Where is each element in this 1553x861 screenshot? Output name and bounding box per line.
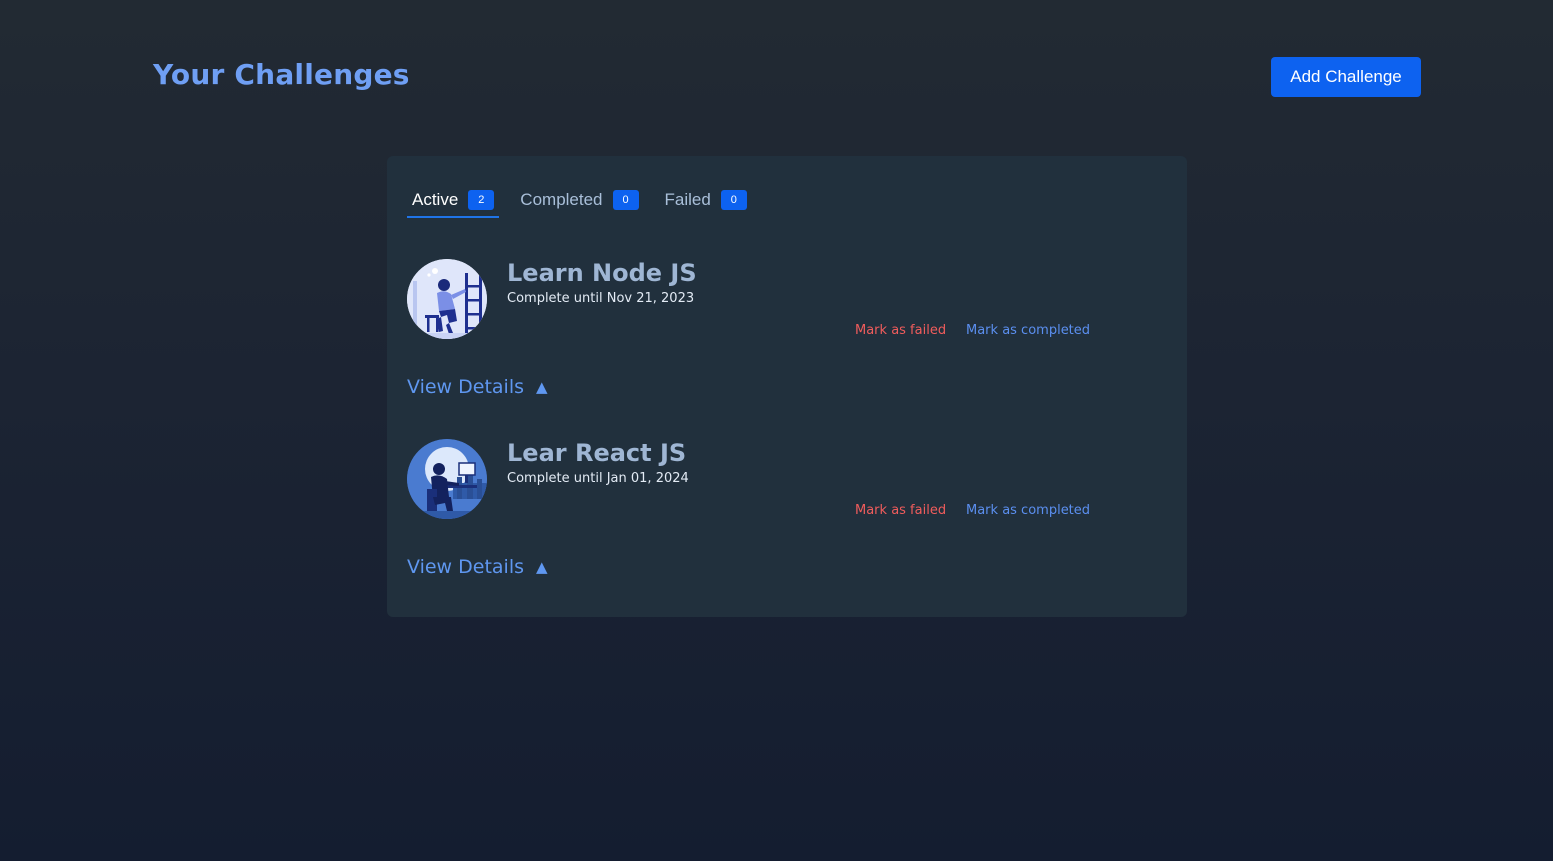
view-details-label: View Details bbox=[407, 376, 524, 398]
mark-as-failed-link[interactable]: Mark as failed bbox=[855, 323, 946, 338]
caret-up-icon: ▲ bbox=[536, 558, 548, 576]
challenge-tabs: Active 2 Completed 0 Failed 0 bbox=[407, 182, 768, 218]
challenge-image bbox=[407, 439, 487, 519]
view-details-label: View Details bbox=[407, 556, 524, 578]
challenge-item: Learn Node JS Complete until Nov 21, 202… bbox=[407, 259, 1167, 399]
challenge-item: Lear React JS Complete until Jan 01, 202… bbox=[407, 439, 1167, 579]
challenges-panel: Active 2 Completed 0 Failed 0 Learn Node… bbox=[387, 156, 1187, 617]
tab-label: Active bbox=[412, 190, 459, 209]
challenge-title: Learn Node JS bbox=[507, 259, 697, 287]
add-challenge-button[interactable]: Add Challenge bbox=[1271, 57, 1421, 97]
challenge-title: Lear React JS bbox=[507, 439, 687, 467]
mark-as-completed-link[interactable]: Mark as completed bbox=[966, 323, 1090, 338]
mark-as-completed-link[interactable]: Mark as completed bbox=[966, 503, 1090, 518]
mark-as-failed-link[interactable]: Mark as failed bbox=[855, 503, 946, 518]
tab-label: Failed bbox=[664, 190, 711, 209]
view-details-toggle[interactable]: View Details ▲ bbox=[407, 376, 548, 398]
challenge-deadline: Complete until Jan 01, 2024 bbox=[507, 471, 689, 486]
person-at-computer-illustration bbox=[407, 439, 487, 519]
tab-active[interactable]: Active 2 bbox=[407, 182, 500, 218]
tab-count-badge: 0 bbox=[612, 190, 639, 210]
tab-label: Completed bbox=[520, 190, 603, 209]
tab-count-badge: 2 bbox=[468, 190, 495, 210]
challenge-deadline: Complete until Nov 21, 2023 bbox=[507, 291, 695, 306]
tab-count-badge: 0 bbox=[720, 190, 747, 210]
caret-up-icon: ▲ bbox=[536, 378, 548, 396]
challenge-image bbox=[407, 259, 487, 339]
tab-completed[interactable]: Completed 0 bbox=[515, 182, 643, 218]
person-climbing-ladder-illustration bbox=[407, 259, 487, 339]
tab-failed[interactable]: Failed 0 bbox=[660, 182, 752, 218]
page-title: Your Challenges bbox=[153, 58, 410, 91]
view-details-toggle[interactable]: View Details ▲ bbox=[407, 556, 548, 578]
